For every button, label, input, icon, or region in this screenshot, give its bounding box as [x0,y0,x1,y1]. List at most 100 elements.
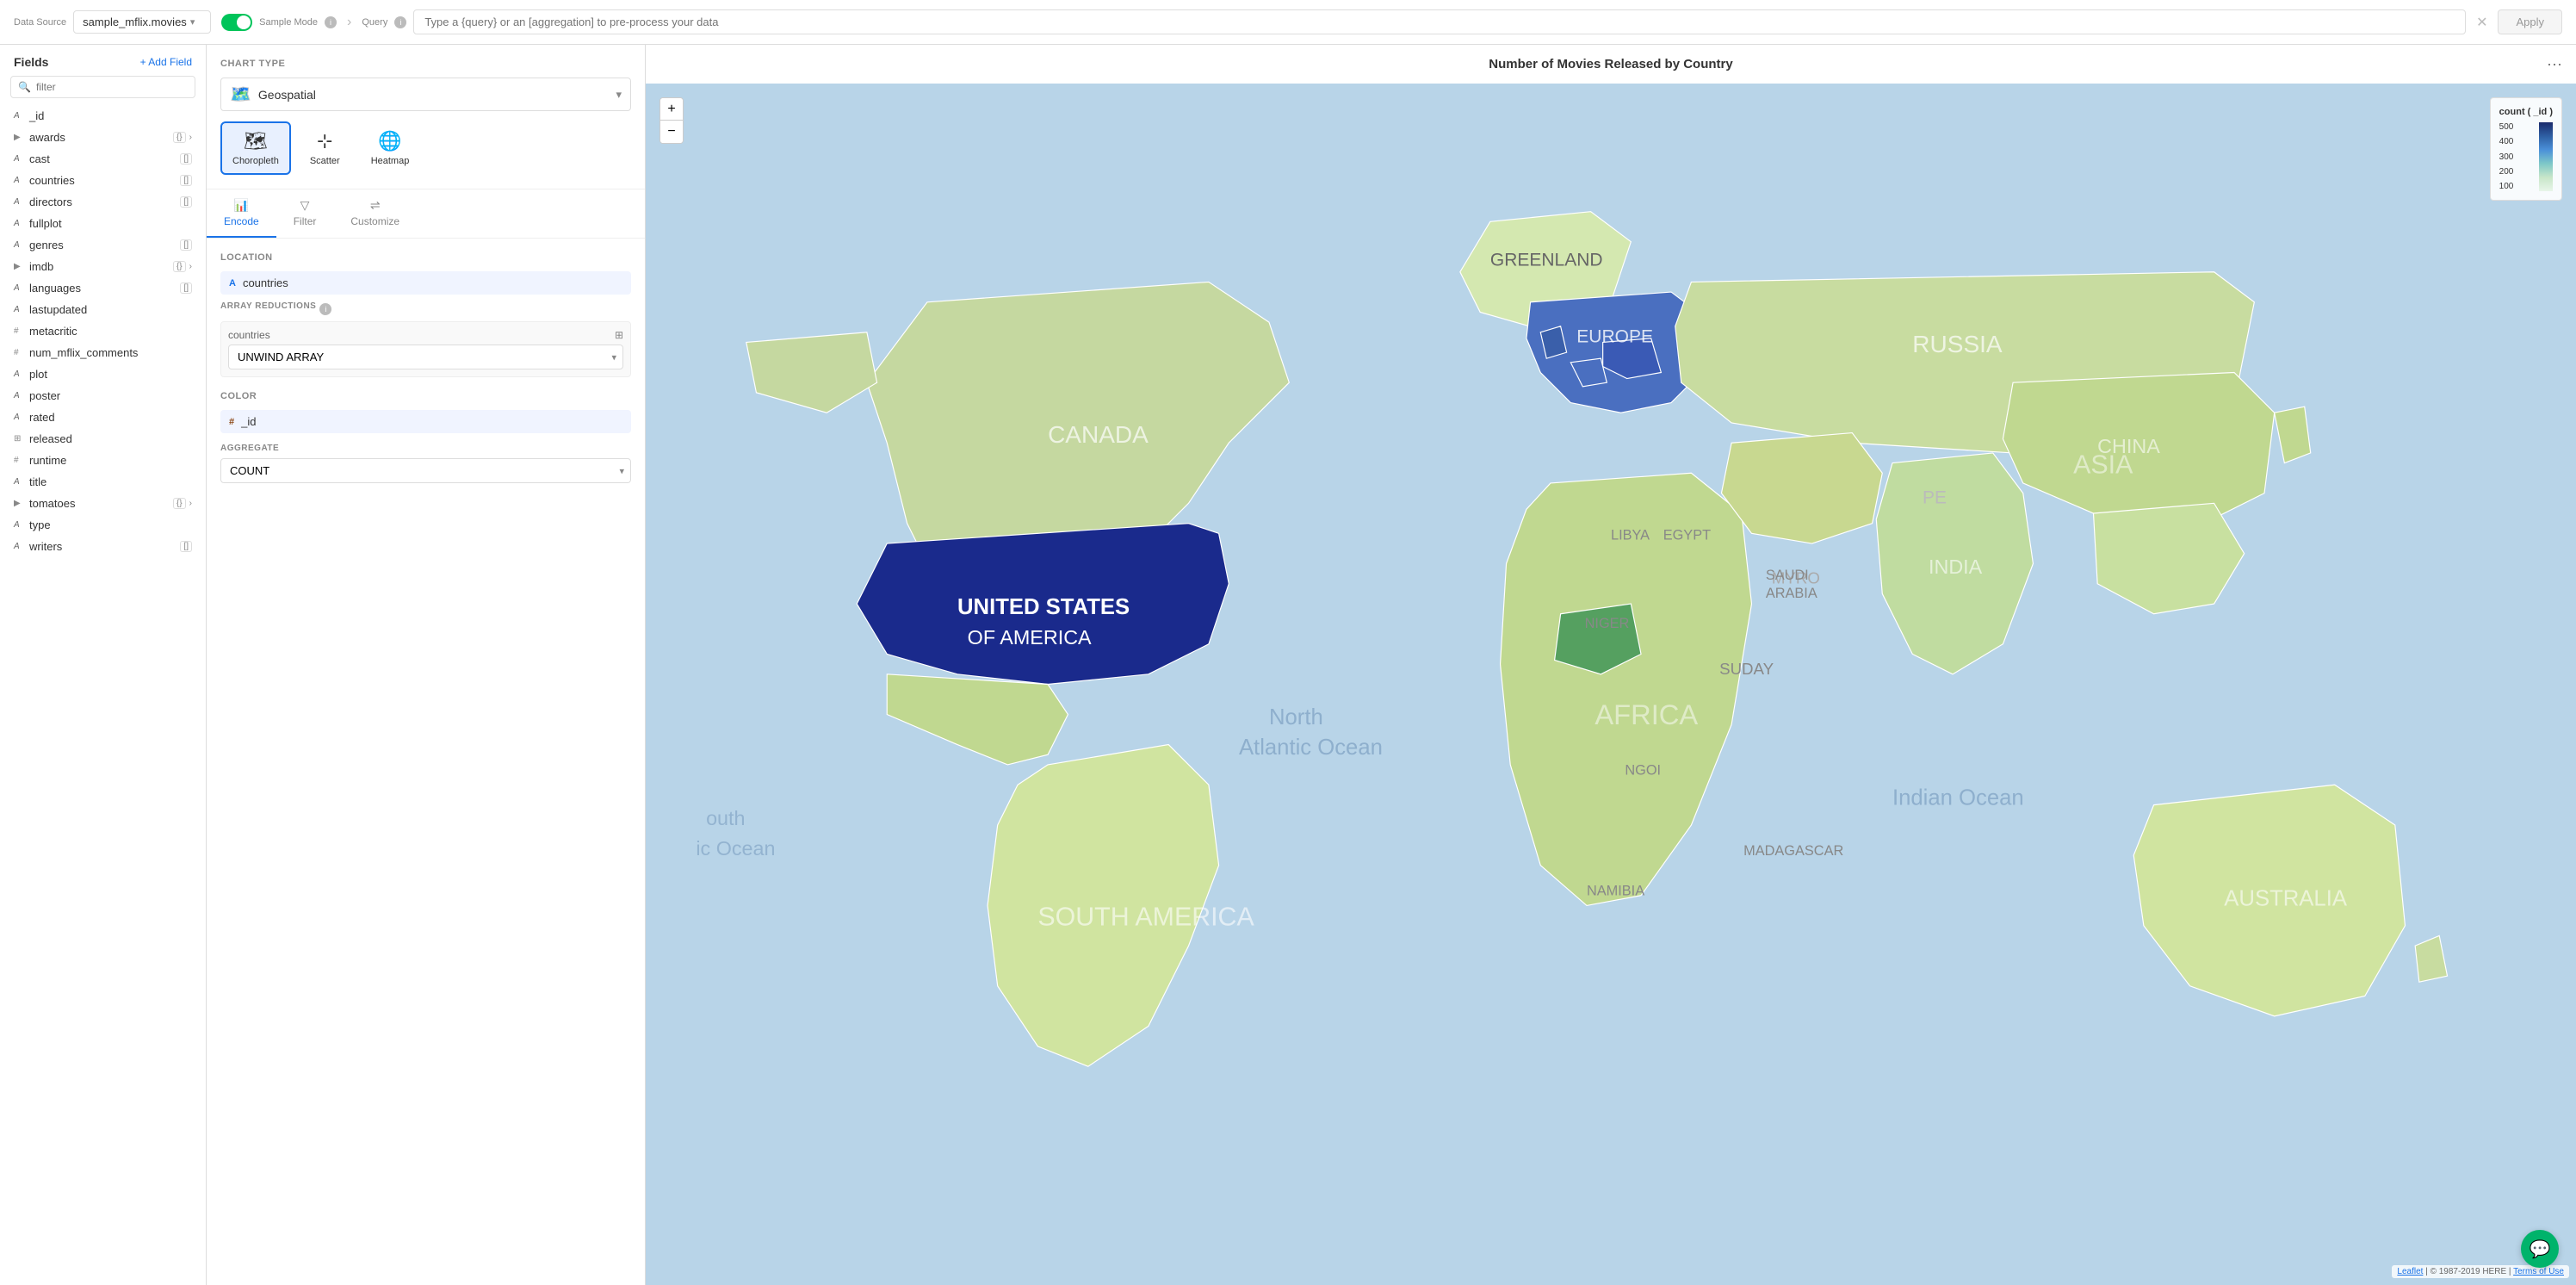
unwind-array-select-wrapper: UNWIND ARRAYFIRSTLAST [228,345,623,369]
unwind-array-select[interactable]: UNWIND ARRAYFIRSTLAST [228,345,623,369]
sample-mode-toggle[interactable] [221,14,252,31]
chart-type-opt-heatmap[interactable]: 🌐 Heatmap [359,121,422,175]
field-item[interactable]: # runtime [0,450,206,471]
query-clear-button[interactable]: ✕ [2473,10,2491,34]
aggregate-label: AGGREGATE [220,444,279,453]
field-left: A languages [14,282,81,295]
field-item[interactable]: A poster [0,385,206,407]
color-field-type-icon: # [229,417,234,427]
field-expand-icon[interactable]: › [189,262,192,271]
query-input[interactable] [413,9,2466,34]
field-type-icon: A [14,477,24,487]
field-left: # metacritic [14,325,77,338]
chart-type-label: Chart Type [220,59,631,69]
array-reductions-label: ARRAY REDUCTIONS [220,301,316,311]
customize-tab-icon: ⇌ [370,198,381,213]
query-section: Query i ✕ Apply [362,9,2562,34]
svg-text:NAMIBIA: NAMIBIA [1587,884,1644,899]
aggregate-select[interactable]: COUNTSUMAVGMINMAX [220,458,631,483]
field-item[interactable]: ▶ awards {} › [0,127,206,148]
array-expand-icon: ⊞ [615,329,623,341]
field-name: directors [29,196,72,208]
field-item[interactable]: A directors [] [0,191,206,213]
legend-gradient-bar [2539,122,2553,191]
sidebar-header: Fields + Add Field [0,45,206,76]
field-badge: [] [180,282,192,294]
field-left: ⊞ released [14,432,72,445]
field-item[interactable]: A genres [] [0,234,206,256]
field-item[interactable]: A cast [] [0,148,206,170]
field-item[interactable]: A countries [] [0,170,206,191]
location-label: Location [220,252,631,263]
field-item[interactable]: ▶ tomatoes {} › [0,493,206,514]
field-expand-icon[interactable]: › [189,133,192,142]
zoom-out-button[interactable]: − [660,121,683,143]
svg-text:GREENLAND: GREENLAND [1490,251,1603,270]
field-item[interactable]: # num_mflix_comments [0,342,206,363]
field-item[interactable]: ▶ imdb {} › [0,256,206,277]
map-container: + − count ( _id ) 500400300200100 [646,84,2576,1285]
map-more-button[interactable]: ··· [2547,55,2562,73]
field-type-icon: A [14,240,24,250]
legend-label-value: 100 [2499,182,2514,191]
array-reductions-info-icon[interactable]: i [319,303,331,315]
datasource-section: Data Source sample_mflix.movies ▾ [14,10,211,34]
choropleth-label: Choropleth [232,156,279,166]
zoom-in-button[interactable]: + [660,98,683,121]
leaflet-link[interactable]: Leaflet [2397,1267,2423,1276]
chat-bubble-button[interactable]: 💬 [2521,1230,2559,1268]
terms-link[interactable]: Terms of Use [2513,1267,2564,1276]
field-left: A rated [14,411,55,424]
field-expand-icon[interactable]: › [189,499,192,508]
field-type-icon: A [14,111,24,121]
apply-button[interactable]: Apply [2498,9,2562,34]
field-name: plot [29,368,47,381]
tab-customize[interactable]: ⇌ Customize [333,189,417,238]
chevron-down-icon: ▾ [190,16,195,28]
field-item[interactable]: A fullplot [0,213,206,234]
sample-mode-info-icon[interactable]: i [325,16,337,28]
field-search-input[interactable] [36,81,188,93]
chart-type-selector[interactable]: 🗺️ Geospatial ▾ [220,78,631,111]
add-field-button[interactable]: + Add Field [140,56,192,68]
field-item[interactable]: # metacritic [0,320,206,342]
svg-text:AFRICA: AFRICA [1595,698,1698,730]
query-info-icon[interactable]: i [394,16,406,28]
tab-filter[interactable]: ▽ Filter [276,189,334,238]
field-item[interactable]: A lastupdated [0,299,206,320]
datasource-select[interactable]: sample_mflix.movies ▾ [73,10,211,34]
field-type-icon: ⊞ [14,434,24,444]
svg-text:SAUDI: SAUDI [1766,568,1809,583]
field-name: runtime [29,454,66,467]
field-item[interactable]: A plot [0,363,206,385]
field-left: A genres [14,239,64,251]
field-item[interactable]: A type [0,514,206,536]
field-item[interactable]: A writers [] [0,536,206,557]
chart-type-opt-scatter[interactable]: ⊹ Scatter [298,121,352,175]
field-item[interactable]: ⊞ released [0,428,206,450]
field-item[interactable]: A title [0,471,206,493]
legend-label-value: 200 [2499,167,2514,177]
field-type-icon: A [14,542,24,551]
color-field-name: _id [241,415,622,428]
field-left: A plot [14,368,47,381]
field-type-icon: A [14,413,24,422]
field-item[interactable]: A languages [] [0,277,206,299]
svg-text:EGYPT: EGYPT [1663,527,1711,543]
field-left: A lastupdated [14,303,87,316]
svg-text:INDIA: INDIA [1929,556,1983,578]
chart-type-section: Chart Type 🗺️ Geospatial ▾ 🗺 Choropleth … [207,45,645,189]
svg-text:CANADA: CANADA [1048,421,1149,448]
field-left: A type [14,518,51,531]
chat-icon: 💬 [2530,1238,2551,1260]
field-left: A fullplot [14,217,62,230]
chart-type-opt-choropleth[interactable]: 🗺 Choropleth [220,121,291,175]
tab-encode[interactable]: 📊 Encode [207,189,276,238]
field-item[interactable]: A _id [0,105,206,127]
encode-tab-icon: 📊 [234,198,249,213]
svg-text:RUSSIA: RUSSIA [1912,331,2003,357]
field-type-icon: A [14,197,24,207]
sample-mode-section: Sample Mode i [221,14,337,31]
field-item[interactable]: A rated [0,407,206,428]
location-encode: Location A countries ARRAY REDUCTIONS i … [220,252,631,377]
